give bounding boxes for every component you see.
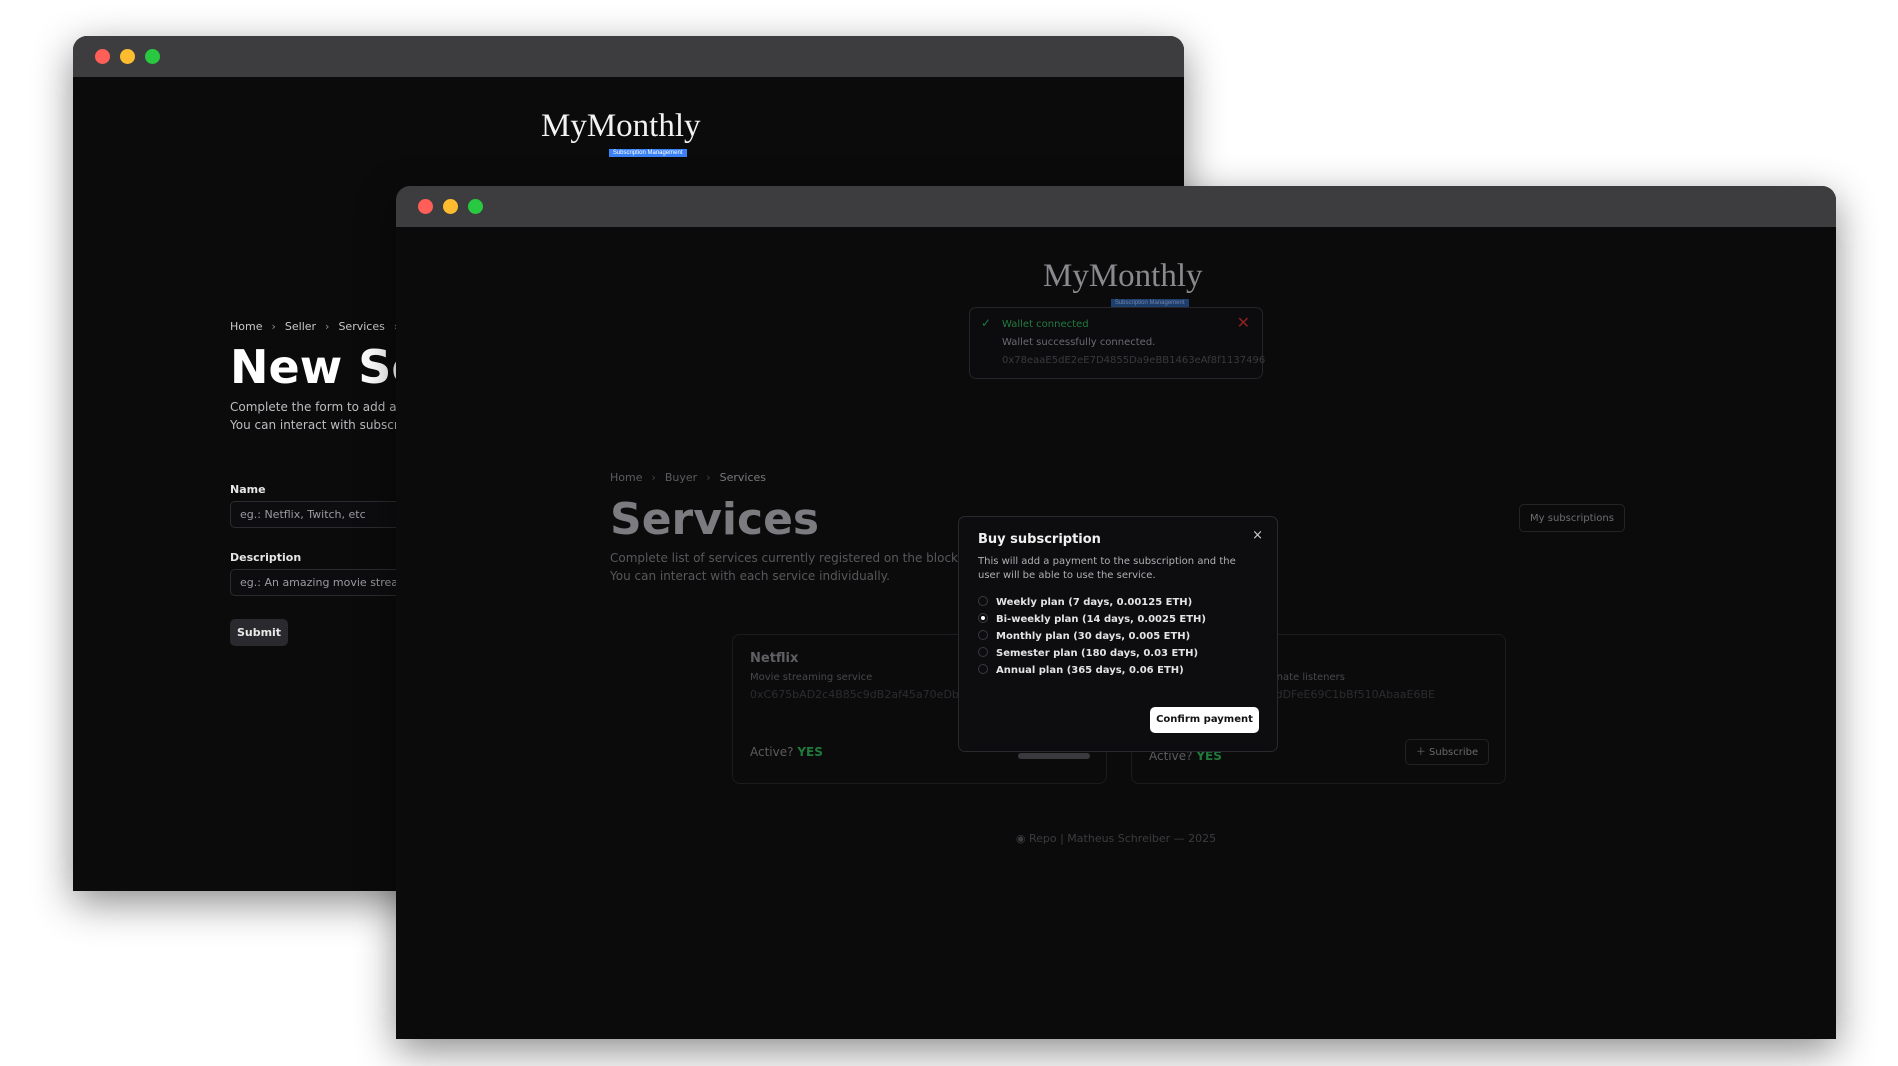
footer-credit: Matheus Schreiber — 2025 — [1067, 832, 1217, 845]
chevron-right-icon: › — [271, 320, 276, 333]
chevron-right-icon: › — [706, 471, 711, 484]
logo-title: MyMonthly — [1043, 258, 1203, 294]
minimize-window-button[interactable] — [120, 49, 135, 64]
close-icon[interactable]: ✕ — [1237, 313, 1250, 332]
buy-subscription-modal: Buy subscription × This will add a payme… — [958, 516, 1278, 752]
subscribe-button[interactable] — [1018, 753, 1090, 759]
service-address: 0xC675bAD2c4B85c9dB2af45a70eDb5 — [750, 688, 966, 701]
breadcrumb: Home › Buyer › Services — [610, 471, 766, 484]
service-address: dDFeE69C1bBf510AbaaE6BE — [1275, 688, 1435, 701]
page-subtitle-line1: Complete the form to add a ne — [230, 400, 416, 414]
page-subtitle-line2: You can interact with subscripi — [230, 418, 414, 432]
plan-label: Monthly plan (30 days, 0.005 ETH) — [996, 631, 1191, 642]
chevron-right-icon: › — [325, 320, 330, 333]
buyer-window: MyMonthly Subscription Management ✓ Wall… — [396, 186, 1836, 1039]
radio-button[interactable] — [978, 596, 988, 606]
logo-badge: Subscription Management — [608, 149, 687, 157]
github-icon: ◉ — [1015, 832, 1026, 845]
my-subscriptions-button[interactable]: My subscriptions — [1519, 504, 1625, 532]
plus-icon: ＋ — [1415, 747, 1426, 758]
service-description: Movie streaming service — [750, 672, 873, 683]
footer: ◉ Repo | Matheus Schreiber — 2025 — [396, 832, 1836, 845]
toast-title: Wallet connected — [1002, 319, 1089, 330]
minimize-window-button[interactable] — [443, 199, 458, 214]
radio-button[interactable] — [978, 647, 988, 657]
plan-option-monthly[interactable]: Monthly plan (30 days, 0.005 ETH) — [978, 630, 1191, 642]
breadcrumb-home[interactable]: Home — [610, 471, 642, 484]
plan-option-biweekly[interactable]: Bi-weekly plan (14 days, 0.0025 ETH) — [978, 613, 1206, 625]
name-label: Name — [230, 483, 266, 496]
app-logo[interactable]: MyMonthly Subscription Management — [541, 110, 701, 162]
plan-label: Bi-weekly plan (14 days, 0.0025 ETH) — [996, 614, 1206, 625]
plan-label: Annual plan (365 days, 0.06 ETH) — [996, 665, 1184, 676]
page-subtitle-line1: Complete list of services currently regi… — [610, 551, 995, 565]
radio-button[interactable] — [978, 630, 988, 640]
close-window-button[interactable] — [418, 199, 433, 214]
breadcrumb-services[interactable]: Services — [338, 320, 384, 333]
toast-address: 0x78eaaE5dE2eE7D4855Da9eBB1463eAf8f11374… — [1002, 355, 1266, 366]
plan-label: Semester plan (180 days, 0.03 ETH) — [996, 648, 1199, 659]
page-title: Services — [610, 494, 820, 545]
wallet-toast: ✓ Wallet connected Wallet successfully c… — [969, 307, 1266, 379]
check-icon: ✓ — [981, 316, 992, 330]
breadcrumb-seller[interactable]: Seller — [285, 320, 316, 333]
repo-link[interactable]: Repo — [1029, 832, 1057, 845]
service-description: onate listeners — [1270, 672, 1346, 683]
modal-description: This will add a payment to the subscript… — [978, 556, 1236, 581]
logo-title: MyMonthly — [541, 108, 701, 144]
service-active-status: Active? YES — [750, 745, 823, 759]
window-titlebar — [73, 36, 1184, 77]
description-label: Description — [230, 551, 302, 564]
breadcrumb-home[interactable]: Home — [230, 320, 262, 333]
app-logo[interactable]: MyMonthly Subscription Management — [1043, 260, 1203, 312]
breadcrumb-buyer[interactable]: Buyer — [665, 471, 697, 484]
page-subtitle-line2: You can interact with each service indiv… — [610, 569, 890, 583]
breadcrumb: Home›Seller›Services› — [230, 320, 407, 333]
breadcrumb-services[interactable]: Services — [720, 471, 766, 484]
plan-option-annual[interactable]: Annual plan (365 days, 0.06 ETH) — [978, 664, 1184, 676]
active-value: YES — [797, 745, 823, 759]
close-window-button[interactable] — [95, 49, 110, 64]
modal-title: Buy subscription — [978, 532, 1101, 547]
toast-message: Wallet successfully connected. — [1002, 337, 1156, 348]
maximize-window-button[interactable] — [468, 199, 483, 214]
radio-button[interactable] — [978, 664, 988, 674]
window-titlebar — [396, 186, 1836, 227]
chevron-right-icon: › — [651, 471, 656, 484]
confirm-payment-button[interactable]: Confirm payment — [1150, 707, 1259, 733]
service-name: Netflix — [750, 651, 799, 666]
close-icon[interactable]: × — [1252, 528, 1263, 543]
subscribe-button[interactable]: ＋ Subscribe — [1405, 739, 1489, 765]
plan-option-weekly[interactable]: Weekly plan (7 days, 0.00125 ETH) — [978, 596, 1193, 608]
maximize-window-button[interactable] — [145, 49, 160, 64]
subscribe-label: Subscribe — [1429, 747, 1479, 758]
active-label: Active? — [750, 745, 794, 759]
plan-label: Weekly plan (7 days, 0.00125 ETH) — [996, 597, 1193, 608]
submit-button[interactable]: Submit — [230, 619, 288, 646]
page-title: New Se — [230, 340, 423, 394]
logo-badge: Subscription Management — [1110, 299, 1189, 307]
radio-button-selected[interactable] — [978, 613, 988, 623]
plan-option-semester[interactable]: Semester plan (180 days, 0.03 ETH) — [978, 647, 1199, 659]
